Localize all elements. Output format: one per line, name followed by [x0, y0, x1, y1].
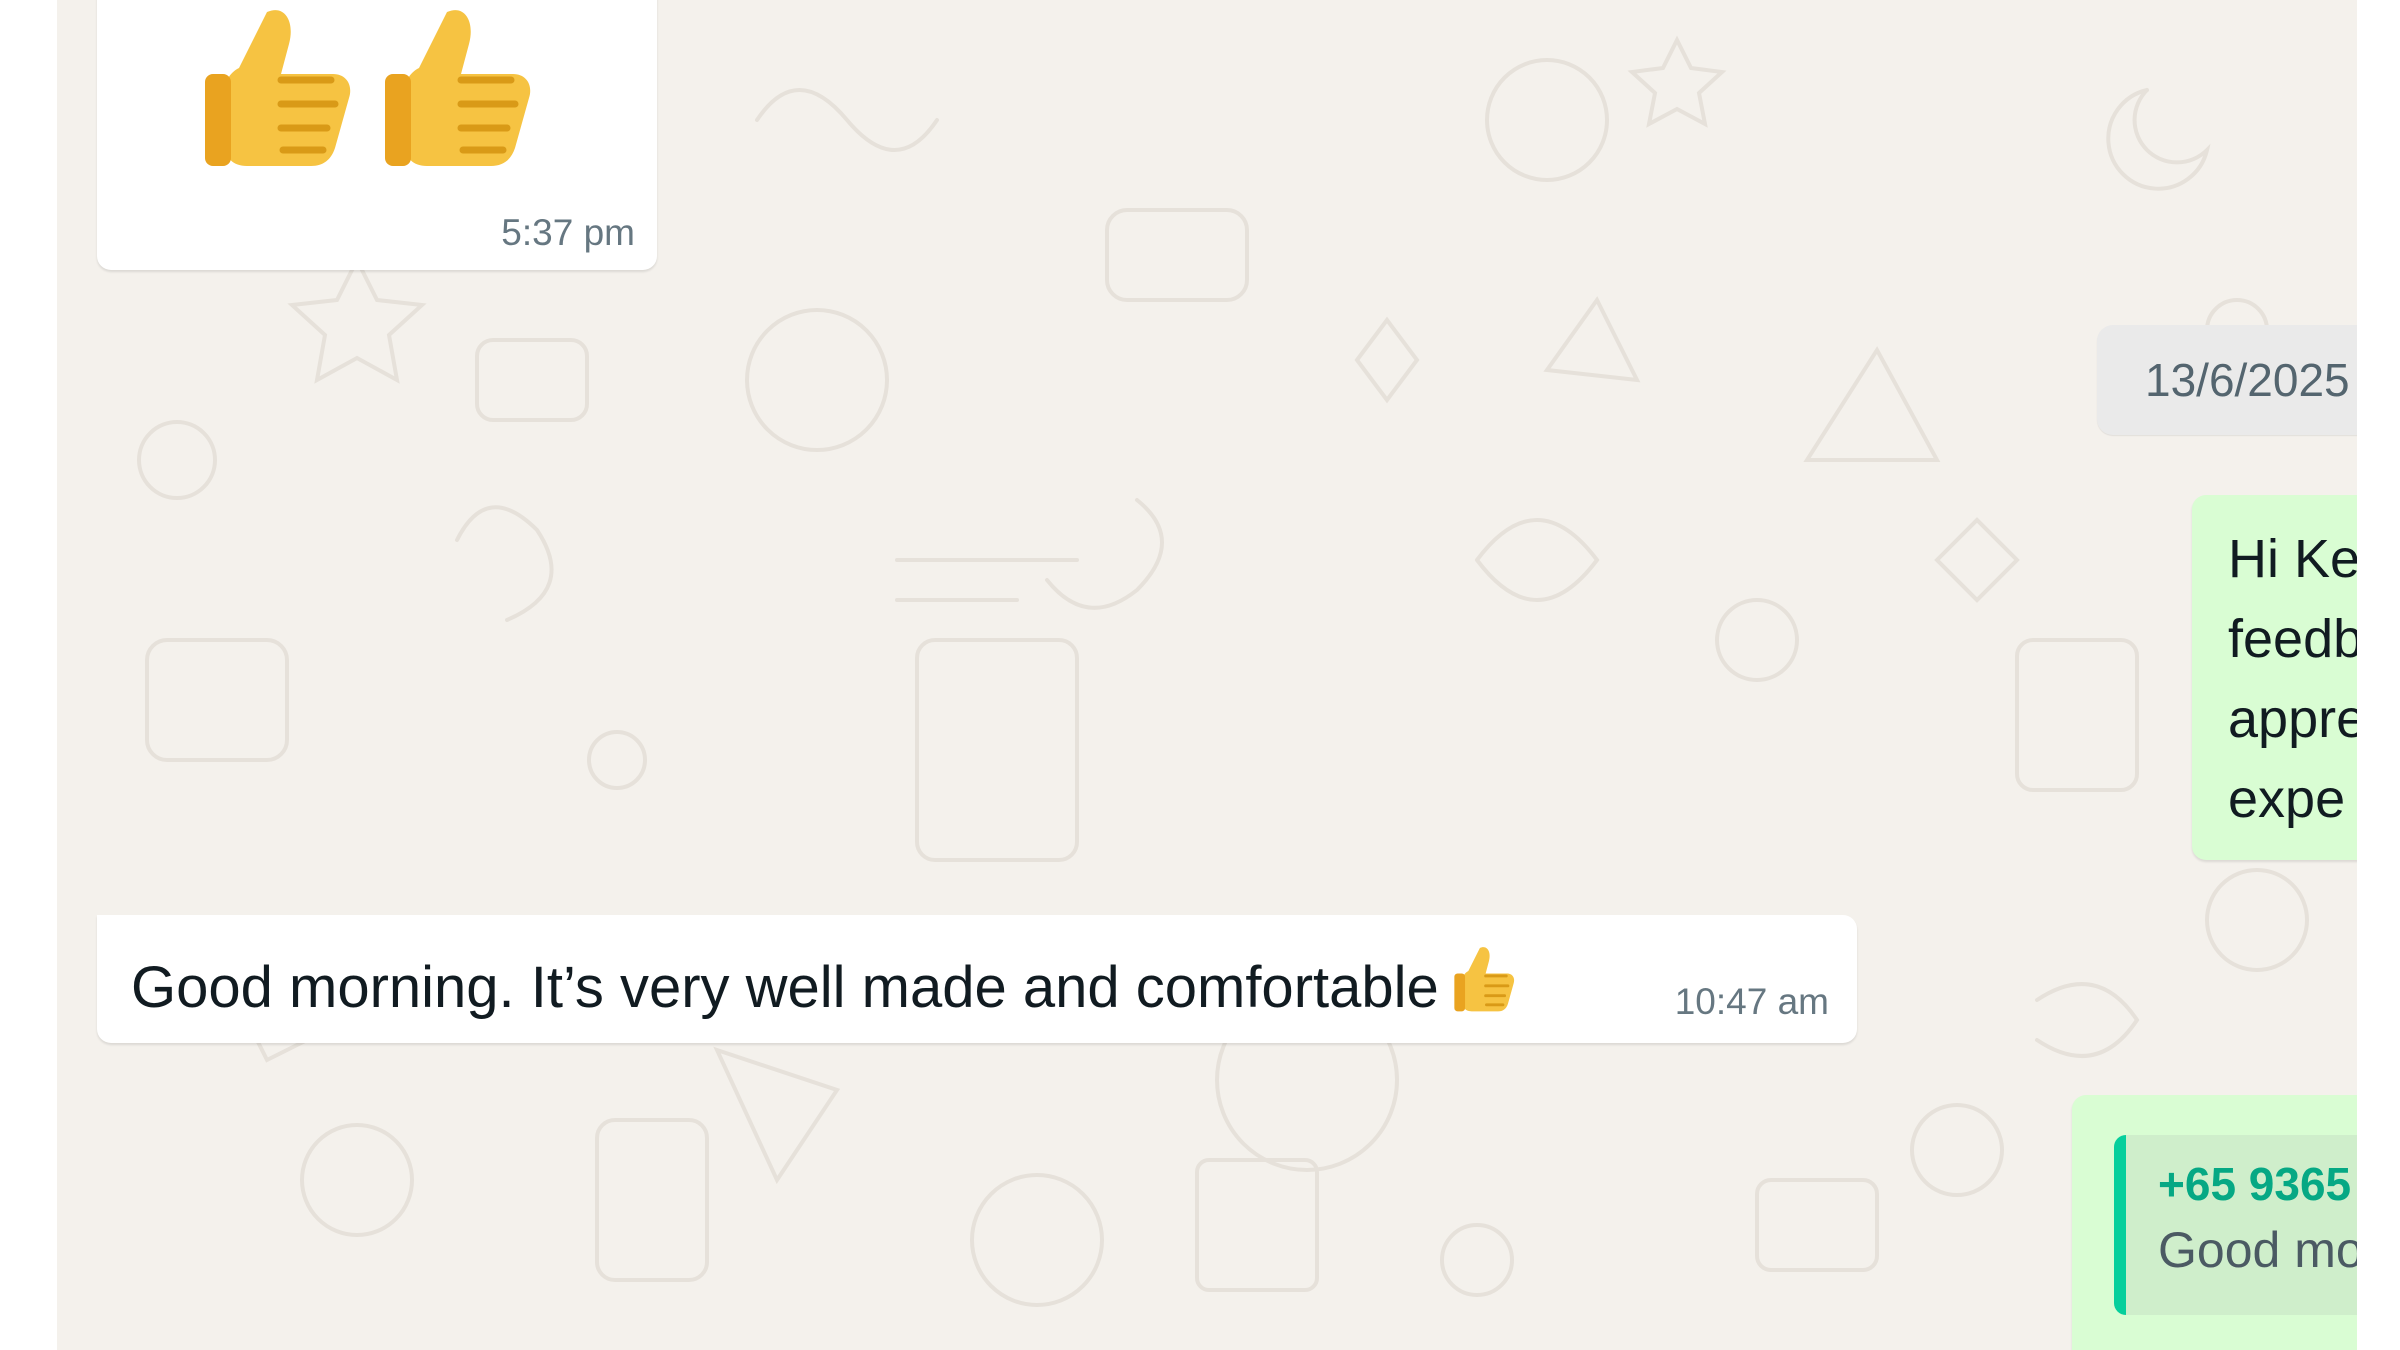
thumbs-up-icon [205, 10, 351, 166]
date-separator: 13/6/2025 [2097, 325, 2357, 435]
quote-accent-bar [2114, 1135, 2126, 1315]
message-text: Good morning. It’s very well made and co… [131, 955, 1439, 1020]
quote-author: +65 9365 35 [2158, 1158, 2357, 1210]
message-line: expe [2228, 769, 2346, 829]
emoji-row [197, 0, 537, 170]
message-text-row: Good morning. It’s very well made and co… [131, 943, 1517, 1029]
message-line: feedb [2228, 609, 2357, 669]
message-time: 5:37 pm [501, 212, 635, 253]
message-incoming[interactable]: Good morning. It’s very well made and co… [97, 915, 1857, 1043]
thumbs-up-icon [385, 10, 531, 166]
message-outgoing[interactable]: Hi Ke feedb appre expe [2192, 495, 2357, 860]
chat-area[interactable]: 5:37 pm 13/6/2025 Hi Ke feedb appre expe… [57, 0, 2357, 1350]
quote-text: Good morn [2158, 1222, 2357, 1278]
message-outgoing-reply[interactable]: +65 9365 35 Good morn [2072, 1095, 2357, 1350]
message-line: Hi Ke [2228, 529, 2357, 589]
message-line: appre [2228, 689, 2357, 749]
quoted-message[interactable]: +65 9365 35 Good morn [2114, 1135, 2357, 1315]
message-text: Hi Ke feedb appre expe [2228, 519, 2357, 839]
thumbs-up-icon [1451, 943, 1517, 1029]
message-incoming-emoji[interactable]: 5:37 pm [97, 0, 657, 270]
message-time: 10:47 am [1674, 981, 1829, 1022]
